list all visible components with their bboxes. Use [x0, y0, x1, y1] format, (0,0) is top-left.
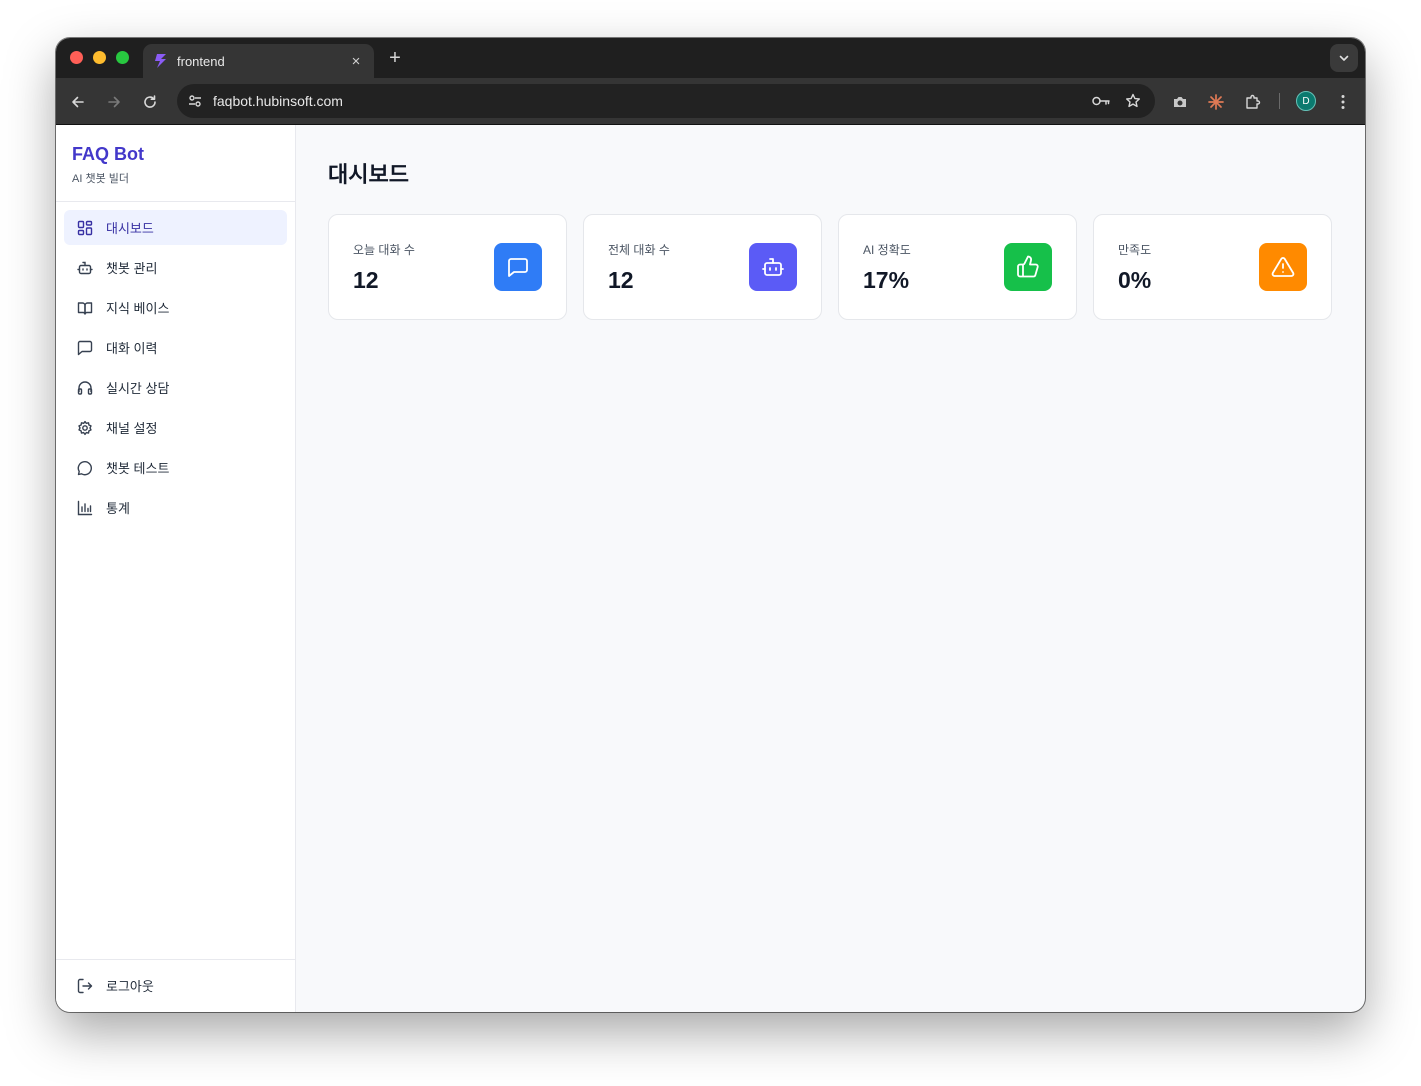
close-window-button[interactable]	[70, 51, 83, 64]
gear-icon	[76, 419, 94, 437]
address-bar[interactable]: faqbot.hubinsoft.com	[177, 84, 1155, 118]
bot-icon	[749, 243, 797, 291]
forward-button[interactable]	[103, 91, 125, 113]
tab-close-icon[interactable]: ×	[348, 53, 364, 70]
sidebar-item-label: 챗봇 테스트	[106, 461, 170, 476]
toolbar-separator	[1279, 93, 1280, 109]
arrow-left-icon	[72, 96, 84, 108]
star-icon	[1126, 93, 1140, 108]
message-circle-icon	[76, 459, 94, 477]
brand: FAQ Bot AI 챗봇 빌더	[56, 125, 295, 202]
arrow-right-icon	[108, 96, 120, 108]
page-title: 대시보드	[328, 162, 409, 187]
headphones-icon	[76, 379, 94, 397]
stat-card-value: 0%	[1118, 266, 1152, 293]
lightning-icon	[155, 54, 166, 68]
profile-avatar[interactable]: D	[1296, 91, 1316, 111]
sidebar-item-label: 대시보드	[106, 221, 154, 236]
stat-card-label: 오늘 대화 수	[353, 242, 415, 257]
sidebar-footer: 로그아웃	[56, 959, 295, 1012]
back-button[interactable]	[67, 91, 89, 113]
maximize-window-button[interactable]	[116, 51, 129, 64]
bot-icon	[76, 259, 94, 277]
message-square-icon	[76, 339, 94, 357]
stat-card-label: 전체 대화 수	[608, 242, 670, 257]
sidebar-item-label: 대화 이력	[106, 341, 158, 356]
sidebar-item-label: 챗봇 관리	[106, 261, 158, 276]
message-square-icon	[494, 243, 542, 291]
screenshot-extension-button[interactable]	[1169, 91, 1191, 113]
stat-card-label: AI 정확도	[863, 242, 911, 257]
sidebar-item-chatbot-management[interactable]: 챗봇 관리	[64, 250, 287, 285]
stat-card-total-conversations: 전체 대화 수 12	[583, 214, 822, 320]
brand-subtitle: AI 챗봇 빌더	[72, 173, 129, 185]
key-icon	[1092, 96, 1110, 106]
browser-window: frontend × + faqbot.hubinsoft.com D FAQ …	[56, 38, 1365, 1012]
chevron-down-icon	[1339, 55, 1349, 61]
sparkle-icon	[1208, 94, 1224, 110]
bar-chart-icon	[76, 499, 94, 517]
stat-card-value: 12	[353, 266, 379, 293]
alert-triangle-icon	[1259, 243, 1307, 291]
brand-title: FAQ Bot	[72, 144, 144, 164]
sidebar-item-label: 채널 설정	[106, 421, 158, 436]
tune-icon	[189, 95, 201, 107]
bookmark-button[interactable]	[1123, 91, 1143, 111]
claude-extension-button[interactable]	[1205, 91, 1227, 113]
tab-title: frontend	[177, 53, 225, 69]
sidebar-nav: 대시보드 챗봇 관리 지식 베이스 대화 이력 실시간 상담 채널 설정 챗봇 …	[56, 202, 295, 525]
sidebar-item-knowledge-base[interactable]: 지식 베이스	[64, 290, 287, 325]
sidebar-item-dashboard[interactable]: 대시보드	[64, 210, 287, 245]
logout-label: 로그아웃	[106, 979, 154, 994]
tab-strip: frontend × +	[56, 38, 1365, 78]
dashboard-icon	[76, 219, 94, 237]
sidebar-item-label: 통계	[106, 501, 130, 516]
sidebar-item-conversation-history[interactable]: 대화 이력	[64, 330, 287, 365]
sidebar: FAQ Bot AI 챗봇 빌더 대시보드 챗봇 관리 지식 베이스 대화 이력…	[56, 125, 296, 1012]
camera-icon	[1174, 97, 1186, 107]
password-key-button[interactable]	[1091, 91, 1111, 111]
sidebar-item-label: 지식 베이스	[106, 301, 170, 316]
sidebar-item-chatbot-test[interactable]: 챗봇 테스트	[64, 450, 287, 485]
browser-tab[interactable]: frontend ×	[143, 44, 374, 78]
minimize-window-button[interactable]	[93, 51, 106, 64]
reload-button[interactable]	[139, 91, 161, 113]
browser-menu-button[interactable]	[1332, 91, 1354, 113]
reload-icon	[144, 95, 156, 108]
stat-cards: 오늘 대화 수 12 전체 대화 수 12 AI 정확도 17% 만족도 0%	[328, 214, 1333, 320]
kebab-menu-icon	[1341, 95, 1345, 109]
logout-button[interactable]: 로그아웃	[64, 968, 287, 1003]
site-info-button[interactable]	[185, 91, 205, 111]
main-content: 대시보드 오늘 대화 수 12 전체 대화 수 12 AI 정확도 17% 만족…	[296, 125, 1365, 1012]
sidebar-item-live-consultation[interactable]: 실시간 상담	[64, 370, 287, 405]
sidebar-item-statistics[interactable]: 통계	[64, 490, 287, 525]
stat-card-label: 만족도	[1118, 242, 1152, 257]
stat-card-value: 12	[608, 266, 634, 293]
stat-card-ai-accuracy: AI 정확도 17%	[838, 214, 1077, 320]
new-tab-button[interactable]: +	[385, 47, 405, 70]
book-icon	[76, 299, 94, 317]
stat-card-satisfaction: 만족도 0%	[1093, 214, 1332, 320]
app-root: FAQ Bot AI 챗봇 빌더 대시보드 챗봇 관리 지식 베이스 대화 이력…	[56, 125, 1365, 1012]
stat-card-today-conversations: 오늘 대화 수 12	[328, 214, 567, 320]
thumbs-up-icon	[1004, 243, 1052, 291]
puzzle-icon	[1246, 94, 1261, 109]
sidebar-item-channel-settings[interactable]: 채널 설정	[64, 410, 287, 445]
logout-icon	[76, 977, 94, 995]
sidebar-item-label: 실시간 상담	[106, 381, 170, 396]
extensions-button[interactable]	[1242, 91, 1264, 113]
url-text[interactable]: faqbot.hubinsoft.com	[213, 93, 1091, 109]
tab-search-button[interactable]	[1330, 44, 1358, 72]
browser-toolbar: faqbot.hubinsoft.com D	[56, 78, 1365, 125]
stat-card-value: 17%	[863, 266, 910, 293]
